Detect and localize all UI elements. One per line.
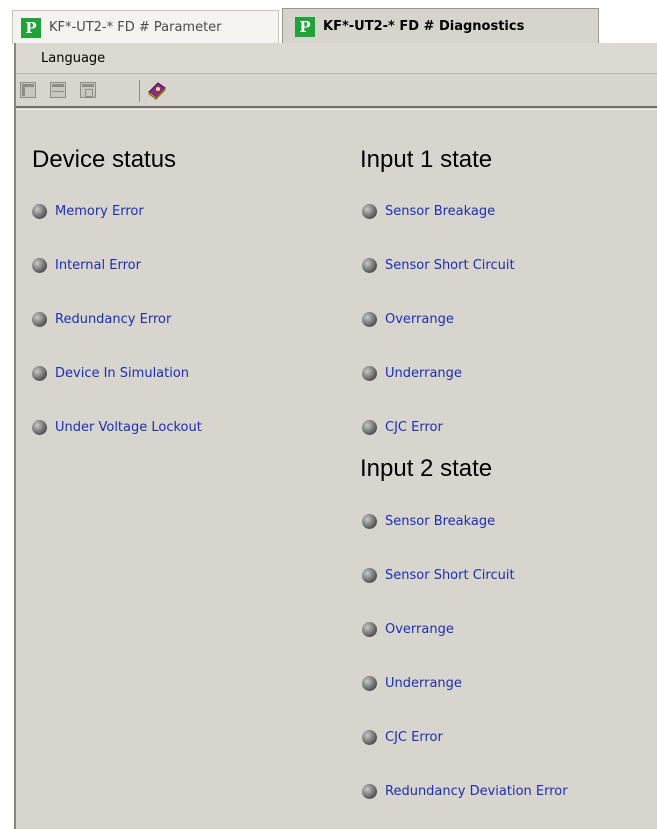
layout-center-icon[interactable] <box>80 82 96 98</box>
status-label[interactable]: Sensor Breakage <box>385 204 495 219</box>
status-label[interactable]: CJC Error <box>385 420 443 435</box>
layout-bottom-icon[interactable] <box>50 82 66 98</box>
diagnostics-content: Device status Memory Error Internal Erro… <box>16 109 657 829</box>
help-book-icon[interactable] <box>146 80 168 100</box>
input2-state-title: Input 2 state <box>360 455 493 482</box>
status-led-icon <box>32 365 47 381</box>
status-led-icon <box>362 203 377 219</box>
status-led-icon <box>362 311 377 327</box>
input2-status-item: Sensor Short Circuit <box>362 565 515 585</box>
input2-status-item: CJC Error <box>362 727 443 747</box>
status-led-icon <box>362 365 377 381</box>
toolbar-separator <box>139 80 140 102</box>
device-status-item: Under Voltage Lockout <box>32 417 202 437</box>
status-label[interactable]: Underrange <box>385 366 462 381</box>
status-label[interactable]: Sensor Breakage <box>385 514 495 529</box>
status-led-icon <box>32 419 47 435</box>
device-status-item: Redundancy Error <box>32 309 171 329</box>
status-label[interactable]: Under Voltage Lockout <box>55 420 202 435</box>
tab-parameter-label: KF*-UT2-* FD # Parameter <box>49 20 222 35</box>
status-label[interactable]: Memory Error <box>55 204 144 219</box>
input1-status-item: Overrange <box>362 309 454 329</box>
input1-state-title: Input 1 state <box>360 146 493 173</box>
toolbar <box>16 74 657 108</box>
menu-language[interactable]: Language <box>41 51 105 66</box>
status-label[interactable]: Sensor Short Circuit <box>385 568 515 583</box>
input2-status-item: Sensor Breakage <box>362 511 495 531</box>
status-label[interactable]: Underrange <box>385 676 462 691</box>
status-led-icon <box>362 675 377 691</box>
status-led-icon <box>362 783 377 799</box>
status-led-icon <box>362 257 377 273</box>
status-label[interactable]: Overrange <box>385 312 454 327</box>
status-label[interactable]: Overrange <box>385 622 454 637</box>
status-label[interactable]: CJC Error <box>385 730 443 745</box>
input2-status-item: Underrange <box>362 673 462 693</box>
tab-parameter[interactable]: P KF*-UT2-* FD # Parameter <box>12 10 279 44</box>
input1-status-item: Underrange <box>362 363 462 383</box>
tab-diagnostics-label: KF*-UT2-* FD # Diagnostics <box>323 19 525 34</box>
input1-status-item: Sensor Short Circuit <box>362 255 515 275</box>
input2-status-item: Redundancy Deviation Error <box>362 781 568 801</box>
status-led-icon <box>362 729 377 745</box>
device-status-item: Memory Error <box>32 201 144 221</box>
device-status-item: Internal Error <box>32 255 141 275</box>
status-label[interactable]: Device In Simulation <box>55 366 189 381</box>
status-label[interactable]: Redundancy Deviation Error <box>385 784 568 799</box>
layout-left-icon[interactable] <box>20 82 36 98</box>
tab-diagnostics[interactable]: P KF*-UT2-* FD # Diagnostics <box>282 8 599 44</box>
status-led-icon <box>32 203 47 219</box>
pepperl-fuchs-logo-icon: P <box>295 16 315 37</box>
pepperl-fuchs-logo-icon: P <box>21 17 41 38</box>
device-status-title: Device status <box>32 146 177 173</box>
tab-bar: P KF*-UT2-* FD # Parameter P KF*-UT2-* F… <box>0 0 657 44</box>
input2-status-item: Overrange <box>362 619 454 639</box>
status-led-icon <box>362 513 377 529</box>
status-led-icon <box>362 621 377 637</box>
diagnostics-window: Language Device status Memory Error Inte… <box>14 43 657 829</box>
status-led-icon <box>362 567 377 583</box>
status-led-icon <box>362 419 377 435</box>
input1-status-item: Sensor Breakage <box>362 201 495 221</box>
status-led-icon <box>32 257 47 273</box>
status-led-icon <box>32 311 47 327</box>
input1-status-item: CJC Error <box>362 417 443 437</box>
menu-bar: Language <box>16 43 657 74</box>
status-label[interactable]: Sensor Short Circuit <box>385 258 515 273</box>
status-label[interactable]: Internal Error <box>55 258 141 273</box>
status-label[interactable]: Redundancy Error <box>55 312 171 327</box>
device-status-item: Device In Simulation <box>32 363 189 383</box>
